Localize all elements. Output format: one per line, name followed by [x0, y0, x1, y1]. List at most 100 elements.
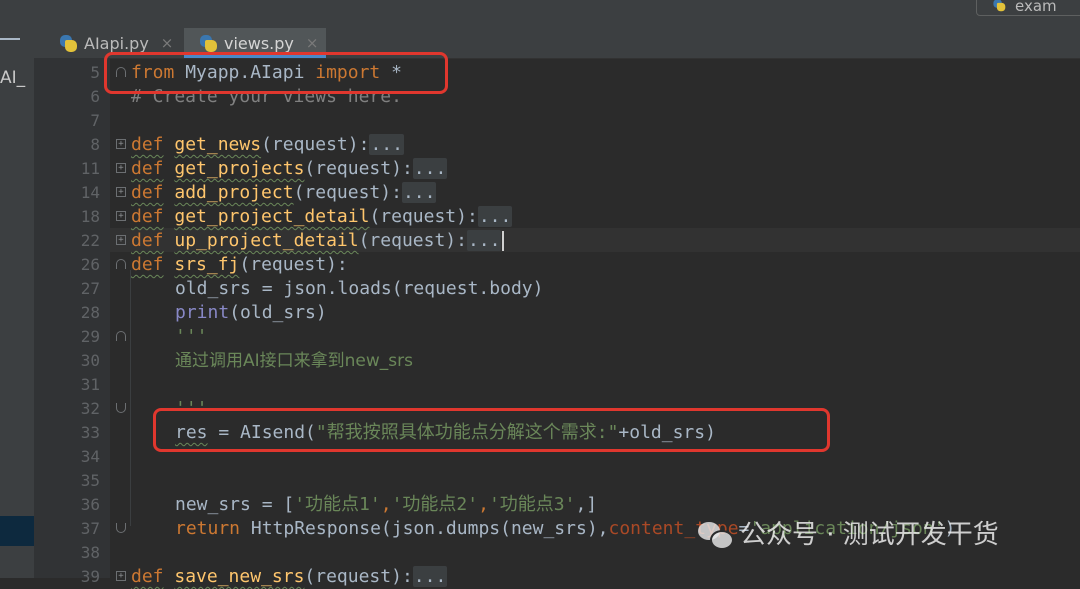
- line-number: 11: [80, 159, 100, 178]
- run-configuration-selector[interactable]: exam: [976, 0, 1080, 16]
- line-number: 29: [80, 327, 100, 346]
- function-args: (request):: [293, 182, 402, 203]
- function-args: (request):: [304, 158, 413, 179]
- code-line-36: new_srs = ['功能点1','功能点2','功能点3',]: [175, 493, 597, 517]
- tab-label: views.py: [224, 33, 294, 53]
- line-number: 35: [80, 471, 100, 490]
- run-config-label: exam: [1015, 0, 1057, 15]
- highlight-box-aisend-call: [153, 408, 830, 452]
- function-name: save_new_srs: [174, 566, 305, 587]
- code-line-11: def get_projects(request):...: [131, 157, 448, 181]
- folded-code[interactable]: ...: [477, 206, 513, 227]
- line-number: 38: [80, 543, 100, 562]
- line-number: 33: [80, 423, 100, 442]
- keyword: def: [131, 158, 164, 179]
- line-number: 5: [90, 63, 100, 82]
- call-args: (old_srs): [229, 302, 327, 323]
- fold-end-icon[interactable]: [116, 403, 126, 413]
- code-line-22: def up_project_detail(request):...: [131, 229, 505, 253]
- line-number: 39: [80, 567, 100, 586]
- fold-expand-icon[interactable]: +: [116, 163, 126, 173]
- wechat-watermark: 公众号 · 测试开发干货: [698, 514, 999, 551]
- fold-expand-icon[interactable]: +: [116, 235, 126, 245]
- text-caret: [502, 231, 505, 251]
- keyword: def: [131, 230, 164, 251]
- fold-expand-icon[interactable]: +: [116, 571, 126, 581]
- code-line-26: def srs_fj(request):: [131, 253, 348, 277]
- keyword: def: [131, 206, 164, 227]
- docstring-delimiter: ''': [175, 326, 208, 347]
- project-tree-selected-row[interactable]: [0, 516, 34, 546]
- line-number: 26: [80, 255, 100, 274]
- code-line-28: print(old_srs): [175, 301, 327, 325]
- line-number: 36: [80, 495, 100, 514]
- tab-label: AIapi.py: [84, 33, 149, 53]
- keyword: def: [131, 182, 164, 203]
- highlight-box-import: [104, 52, 448, 94]
- line-number: 14: [80, 183, 100, 202]
- function-name: add_project: [174, 182, 294, 203]
- builtin-function: print: [175, 302, 230, 323]
- folded-code[interactable]: ...: [412, 158, 448, 179]
- function-args: (request):: [261, 134, 370, 155]
- function-name: up_project_detail: [174, 230, 359, 251]
- function-args: (request):: [304, 566, 413, 587]
- comma: ,: [380, 494, 392, 515]
- close-icon[interactable]: ×: [161, 34, 174, 52]
- fold-marker-icon[interactable]: [116, 259, 126, 269]
- code-editor[interactable]: from Myapp.AIapi import * # Create your …: [131, 58, 1080, 587]
- project-tree-label[interactable]: AI_: [0, 68, 25, 88]
- panel-menu-icon[interactable]: [0, 38, 20, 40]
- editor-tab-bar: AIapi.py × views.py × exam: [34, 0, 1080, 59]
- keyword: def: [131, 566, 164, 587]
- function-name: get_project_detail: [174, 206, 370, 227]
- python-file-icon: [198, 33, 218, 53]
- fold-marker-icon[interactable]: [116, 331, 126, 341]
- line-number: 6: [90, 87, 100, 106]
- function-name: srs_fj: [174, 254, 240, 275]
- function-name: get_news: [174, 134, 262, 155]
- code-line-30: 通过调用AI接口来拿到new_srs: [175, 349, 413, 373]
- python-file-icon: [58, 33, 78, 53]
- string-literal: '功能点3': [488, 494, 576, 515]
- watermark-text: 公众号 · 测试开发干货: [740, 520, 999, 550]
- line-number: 30: [80, 351, 100, 370]
- assignment: new_srs = [: [175, 494, 295, 515]
- fold-expand-icon[interactable]: +: [116, 211, 126, 221]
- line-number: 18: [80, 207, 100, 226]
- line-number: 7: [90, 111, 100, 130]
- line-number: 34: [80, 447, 100, 466]
- close-icon[interactable]: ×: [306, 34, 319, 52]
- folded-code[interactable]: ...: [466, 230, 502, 251]
- string-literal: '功能点2': [391, 494, 479, 515]
- function-name: get_projects: [174, 158, 305, 179]
- list-end: ,]: [575, 494, 598, 515]
- code-line-18: def get_project_detail(request):...: [131, 205, 513, 229]
- code-line-27: old_srs = json.loads(request.body): [175, 277, 543, 301]
- line-number: 22: [80, 231, 100, 250]
- folded-code[interactable]: ...: [369, 134, 404, 155]
- line-number: 8: [90, 135, 100, 154]
- line-number: 28: [80, 303, 100, 322]
- fold-expand-icon[interactable]: +: [116, 139, 126, 149]
- project-panel: AI_: [0, 0, 35, 578]
- line-number: 31: [80, 375, 100, 394]
- line-number: 27: [80, 279, 100, 298]
- statement: old_srs = json.loads(request.body): [175, 278, 544, 299]
- code-line-14: def add_project(request):...: [131, 181, 437, 205]
- return-call: HttpResponse(json.dumps(new_srs),: [240, 518, 609, 539]
- string-literal: '功能点1': [294, 494, 381, 515]
- code-line-8: def get_news(request):...: [131, 133, 404, 157]
- wechat-icon: [698, 518, 734, 550]
- line-number: 37: [80, 519, 100, 538]
- code-line-39: def save_new_srs(request):...: [131, 565, 448, 589]
- fold-end-icon[interactable]: [116, 523, 126, 533]
- folded-code[interactable]: ...: [412, 566, 448, 587]
- comma: ,: [478, 494, 489, 515]
- fold-expand-icon[interactable]: +: [116, 187, 126, 197]
- keyword: def: [131, 254, 164, 275]
- folded-code[interactable]: ...: [401, 182, 437, 203]
- keyword: return: [175, 518, 241, 539]
- python-file-icon: [992, 0, 1006, 12]
- code-line-29: ''': [175, 325, 208, 349]
